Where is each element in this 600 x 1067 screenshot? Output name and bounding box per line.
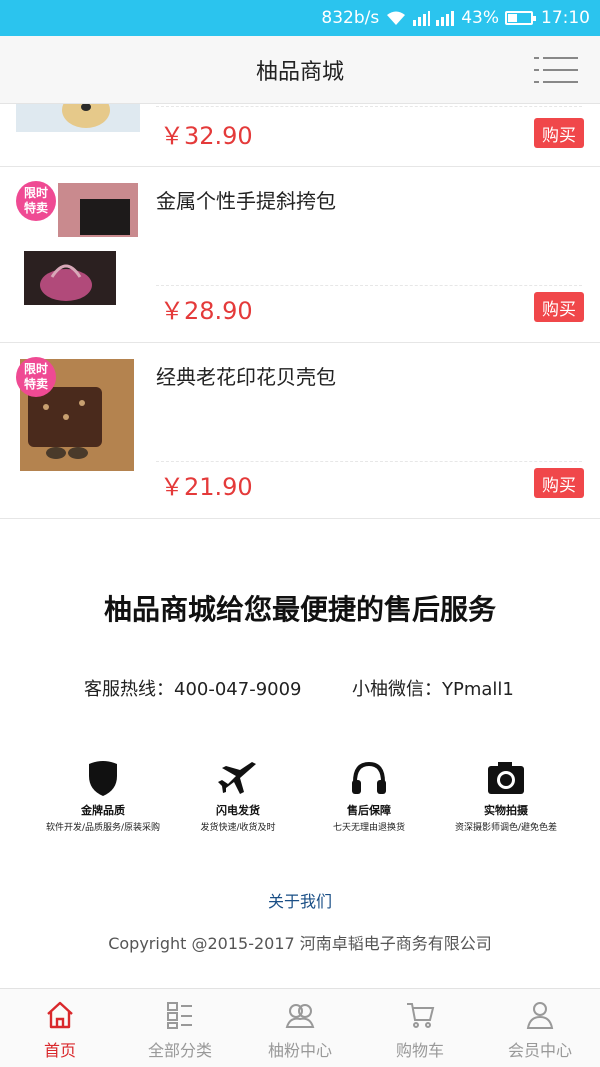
clock: 17:10 <box>541 8 590 28</box>
product-name[interactable]: 金属个性手提斜挎包 <box>156 185 336 214</box>
product-price: ￥21.90 <box>160 473 253 501</box>
limited-sale-badge: 限时 特卖 <box>16 181 56 221</box>
battery-percent: 43% <box>461 8 499 28</box>
feature-photo: 实物拍摄 资深摄影师调色/避免色差 <box>441 758 571 833</box>
shield-icon <box>83 758 123 798</box>
product-image[interactable]: 限时 特卖 <box>16 357 140 481</box>
service-title: 柚品商城给您最便捷的售后服务 <box>103 593 496 626</box>
home-icon <box>44 999 76 1031</box>
menu-icon[interactable] <box>534 54 578 86</box>
product-image[interactable]: 限时 特卖 <box>16 181 140 307</box>
product-price: ￥32.90 <box>160 122 253 150</box>
app-header: 柚品商城 <box>0 36 600 104</box>
product-item[interactable]: ￥32.90 购买 <box>0 104 600 167</box>
signal-icon <box>413 10 455 26</box>
nav-cart[interactable]: 购物车 <box>360 989 480 1067</box>
buy-button[interactable]: 购买 <box>534 292 584 322</box>
nav-fans-center[interactable]: 柚粉中心 <box>240 989 360 1067</box>
product-item[interactable]: 限时 特卖 经典老花印花贝壳包 ￥21.90 购买 <box>0 343 600 519</box>
headphones-icon <box>349 758 389 798</box>
airplane-icon <box>218 758 258 798</box>
page-title: 柚品商城 <box>255 59 344 85</box>
limited-sale-badge: 限时 特卖 <box>16 357 56 397</box>
cart-icon <box>404 999 436 1031</box>
product-price: ￥28.90 <box>160 297 253 325</box>
camera-icon <box>486 758 526 798</box>
product-image[interactable] <box>16 104 140 132</box>
feature-quality: 金牌品质 软件开发/品质服务/原装采购 <box>38 758 168 833</box>
nav-categories[interactable]: 全部分类 <box>120 989 240 1067</box>
feature-shipping: 闪电发货 发货快速/收货及时 <box>173 758 303 833</box>
status-bar: 832b/s 43% 17:10 <box>0 0 600 36</box>
copyright-text: Copyright @2015-2017 河南卓韬电子商务有限公司 <box>108 934 492 953</box>
battery-icon <box>505 11 536 25</box>
wechat-text: 小柚微信：YPmall1 <box>352 679 514 700</box>
user-icon <box>524 999 556 1031</box>
buy-button[interactable]: 购买 <box>534 468 584 498</box>
about-us-link[interactable]: 关于我们 <box>0 888 600 912</box>
wifi-icon <box>385 10 407 26</box>
feature-aftersale: 售后保障 七天无理由退换货 <box>304 758 434 833</box>
category-icon <box>164 999 196 1031</box>
nav-member-center[interactable]: 会员中心 <box>480 989 600 1067</box>
nav-home[interactable]: 首页 <box>0 989 120 1067</box>
network-speed: 832b/s <box>321 8 380 28</box>
bottom-nav: 首页 全部分类 柚粉中心 购物车 会员中心 <box>0 988 600 1067</box>
community-icon <box>284 999 316 1031</box>
buy-button[interactable]: 购买 <box>534 118 584 148</box>
hotline-text: 客服热线：400-047-9009 <box>84 679 302 700</box>
product-item[interactable]: 限时 特卖 金属个性手提斜挎包 ￥28.90 购买 <box>0 167 600 343</box>
product-name[interactable]: 经典老花印花贝壳包 <box>156 361 336 390</box>
